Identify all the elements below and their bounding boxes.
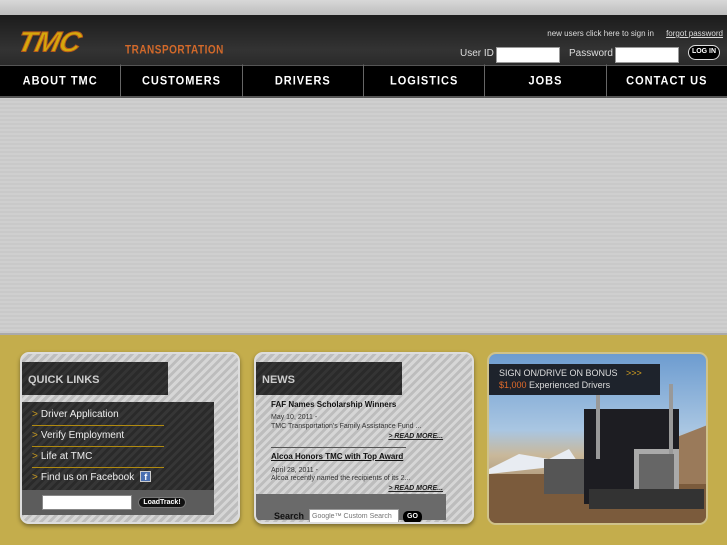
chevron-icon: >: [32, 430, 38, 441]
search-label: Search: [274, 511, 305, 521]
logo[interactable]: TMC: [14, 26, 84, 59]
promo-amount: $1,000: [499, 380, 527, 390]
news-date: May 10, 2011 -: [271, 414, 318, 421]
promo-line2: Experienced Drivers: [529, 380, 611, 390]
read-more-link[interactable]: > READ MORE...: [388, 485, 443, 492]
link-label: Driver Application: [40, 409, 119, 420]
login-button[interactable]: LOG IN: [688, 45, 720, 60]
hero-area: [0, 98, 727, 335]
chevron-icon: >: [32, 409, 38, 420]
header: TMC TRANSPORTATION new users click here …: [0, 15, 727, 65]
nav-contact-us[interactable]: CONTACT US: [607, 65, 727, 98]
quick-links-title: QUICK LINKS: [22, 362, 168, 395]
quick-link-life-at-tmc[interactable]: > Life at TMC: [32, 447, 164, 468]
userid-label: User ID: [460, 48, 494, 59]
quick-link-driver-application[interactable]: > Driver Application: [32, 405, 164, 426]
promo-banner: SIGN ON/DRIVE ON BONUS >>> $1,000 Experi…: [489, 364, 660, 395]
arrows-icon: >>>: [626, 368, 642, 378]
divider: [271, 447, 406, 448]
facebook-icon[interactable]: f: [140, 471, 152, 482]
link-label: Find us on Facebook: [40, 472, 135, 483]
top-strip: [0, 0, 727, 15]
link-label: Verify Employment: [40, 430, 125, 441]
nav-customers[interactable]: CUSTOMERS: [121, 64, 243, 98]
search-go-button[interactable]: GO: [403, 511, 422, 522]
nav-drivers[interactable]: DRIVERS: [243, 64, 364, 98]
news-summary: Alcoa recently named the recipients of i…: [271, 475, 411, 482]
password-input[interactable]: [615, 47, 679, 63]
quick-link-facebook[interactable]: > Find us on Facebook f: [32, 468, 212, 489]
chevron-icon: >: [32, 451, 38, 462]
password-label: Password: [569, 48, 613, 59]
nav-about-tmc[interactable]: ABOUT TMC: [0, 64, 122, 98]
search-input[interactable]: [309, 509, 399, 522]
chevron-icon: >: [32, 472, 38, 483]
promo-line1: SIGN ON/DRIVE ON BONUS: [499, 368, 618, 378]
new-user-signin-link[interactable]: new users click here to sign in: [547, 29, 654, 38]
forgot-password-link[interactable]: forgot password: [666, 29, 723, 38]
read-more-link[interactable]: > READ MORE...: [388, 433, 443, 440]
main-nav: ABOUT TMC CUSTOMERS DRIVERS LOGISTICS JO…: [0, 64, 727, 98]
nav-logistics[interactable]: LOGISTICS: [364, 64, 486, 98]
nav-jobs[interactable]: JOBS: [485, 64, 607, 98]
loadtrack-input[interactable]: [42, 495, 132, 510]
loadtrack-button[interactable]: LoadTrack!: [138, 497, 186, 508]
news-title: NEWS: [256, 362, 402, 395]
news-headline[interactable]: Alcoa Honors TMC with Top Award: [271, 452, 403, 461]
news-summary: TMC Transportation's Family Assistance F…: [271, 423, 422, 430]
link-label: Life at TMC: [40, 451, 93, 462]
quick-link-verify-employment[interactable]: > Verify Employment: [32, 426, 164, 447]
userid-input[interactable]: [496, 47, 560, 63]
driver-bonus-promo[interactable]: SIGN ON/DRIVE ON BONUS >>> $1,000 Experi…: [487, 352, 708, 525]
quick-links-panel: QUICK LINKS > Driver Application > Verify …: [20, 352, 240, 524]
news-headline[interactable]: FAF Names Scholarship Winners: [271, 400, 396, 409]
news-panel: NEWS FAF Names Scholarship Winners May 1…: [254, 352, 474, 524]
logo-subtitle: TRANSPORTATION: [125, 43, 224, 58]
